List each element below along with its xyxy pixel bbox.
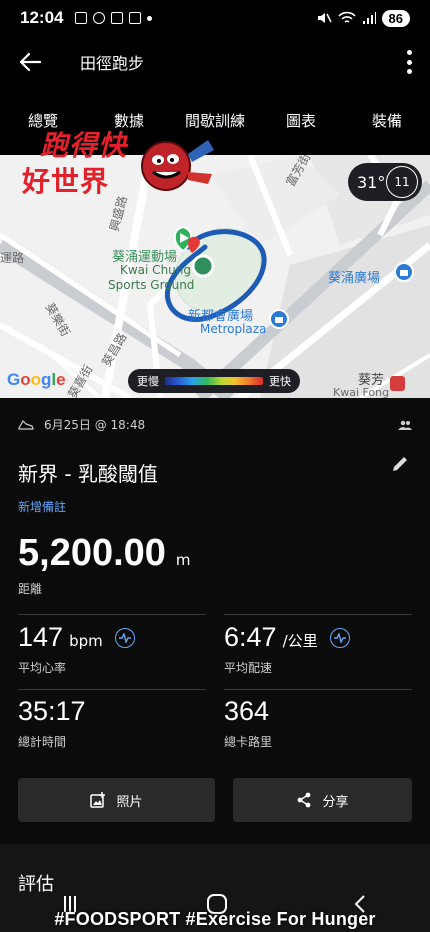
edit-icon[interactable] [390,454,410,474]
more-options-button[interactable] [404,50,414,74]
distance-unit: m [175,551,191,569]
watermark-text: #FOODSPORT #Exercise For Hunger [54,909,376,929]
mute-icon [317,13,332,23]
weather-badge: 31° 11 [348,163,422,201]
heart-rate-unit: bpm [69,632,103,650]
pace-legend: 更慢 更快 [128,369,300,393]
pace-unit: /公里 [282,632,318,650]
pace-wave-icon[interactable] [329,627,350,648]
date-row: 6月25日 @ 18:48 [18,416,412,433]
pace-label: 平均配速 [224,661,273,675]
distance-value: 5,200.00 m [18,532,191,575]
sticker-overlay: 跑得快 好世界 [20,124,220,204]
tab-charts[interactable]: 圖表 [258,100,344,140]
share-icon [298,792,311,808]
activity-title: 新界 - 乳酸閾值 [18,462,158,486]
sticker-text: 好世界 [22,165,110,198]
status-time: 12:04 [20,8,64,27]
street-label: 運路 [0,251,25,265]
wind-speed: 11 [394,175,410,189]
divider [224,689,412,690]
add-note-link[interactable]: 新增備註 [18,498,66,515]
divider [224,614,412,615]
screenshot-icon [75,12,88,24]
mail-icon [129,12,142,24]
time-label: 總計時間 [18,735,67,749]
time-value: 35:17 [18,696,86,726]
divider [18,689,206,690]
calories-value: 364 [224,696,270,726]
heart-rate-value: 147 [18,622,64,652]
station-label-en: Kwai Fong [333,386,390,398]
time-stat: 35:17 總計時間 [18,696,86,750]
page-title: 田徑跑步 [80,54,145,73]
pace-stat: 6:47 /公里 平均配速 [224,622,350,676]
activity-summary: 6月25日 @ 18:48 新界 - 乳酸閾值 新增備註 5,200.00 m … [0,398,430,932]
share-button[interactable]: 分享 [233,778,412,822]
back-button[interactable] [0,36,60,88]
photos-label: 照片 [116,794,143,810]
app-bar: 田徑跑步 [0,36,430,88]
legend-fast-label: 更快 [269,375,291,388]
divider [18,614,206,615]
calories-label: 總卡路里 [224,735,273,749]
venue-label-en: Kwai Chung [120,263,191,277]
sticker-text: 跑得快 [40,129,128,162]
status-bar: 12:04 86 [0,0,430,36]
wind-icon: 11 [386,166,418,198]
distance-label: 距離 [18,582,43,596]
pace-value: 6:47 [224,622,277,652]
temperature-value: 31° [357,172,386,192]
legend-slow-label: 更慢 [137,375,159,388]
shoe-icon [18,419,34,430]
more-vert-icon [406,50,412,55]
meatball-mascot-icon [141,140,214,191]
heart-rate-label: 平均心率 [18,661,67,675]
venue-label-en: Sports Ground [108,278,195,292]
tab-gear[interactable]: 裝備 [344,100,430,140]
heart-wave-icon[interactable] [114,627,135,648]
app-icon [93,12,106,24]
more-notifications-icon [147,15,153,21]
battery-indicator: 86 [381,9,410,27]
calories-stat: 364 總卡路里 [224,696,272,750]
add-photo-icon [90,792,106,808]
gallery-icon [111,12,124,24]
share-label: 分享 [322,794,349,810]
photos-button[interactable]: 照片 [18,778,215,822]
poi-label-en: Metroplaza [200,322,267,336]
people-icon[interactable] [398,420,412,430]
distance-number: 5,200.00 [18,532,166,574]
pace-color-scale [165,377,263,385]
google-logo: Google [7,370,66,389]
activity-date: 6月25日 @ 18:48 [44,418,146,432]
poi-label: 葵涌廣場 [328,271,381,286]
notification-icons [75,12,153,24]
wifi-icon [337,11,356,23]
signal-icon [362,12,376,24]
heart-rate-stat: 147 bpm 平均心率 [18,622,135,676]
back-arrow-icon [19,53,41,71]
